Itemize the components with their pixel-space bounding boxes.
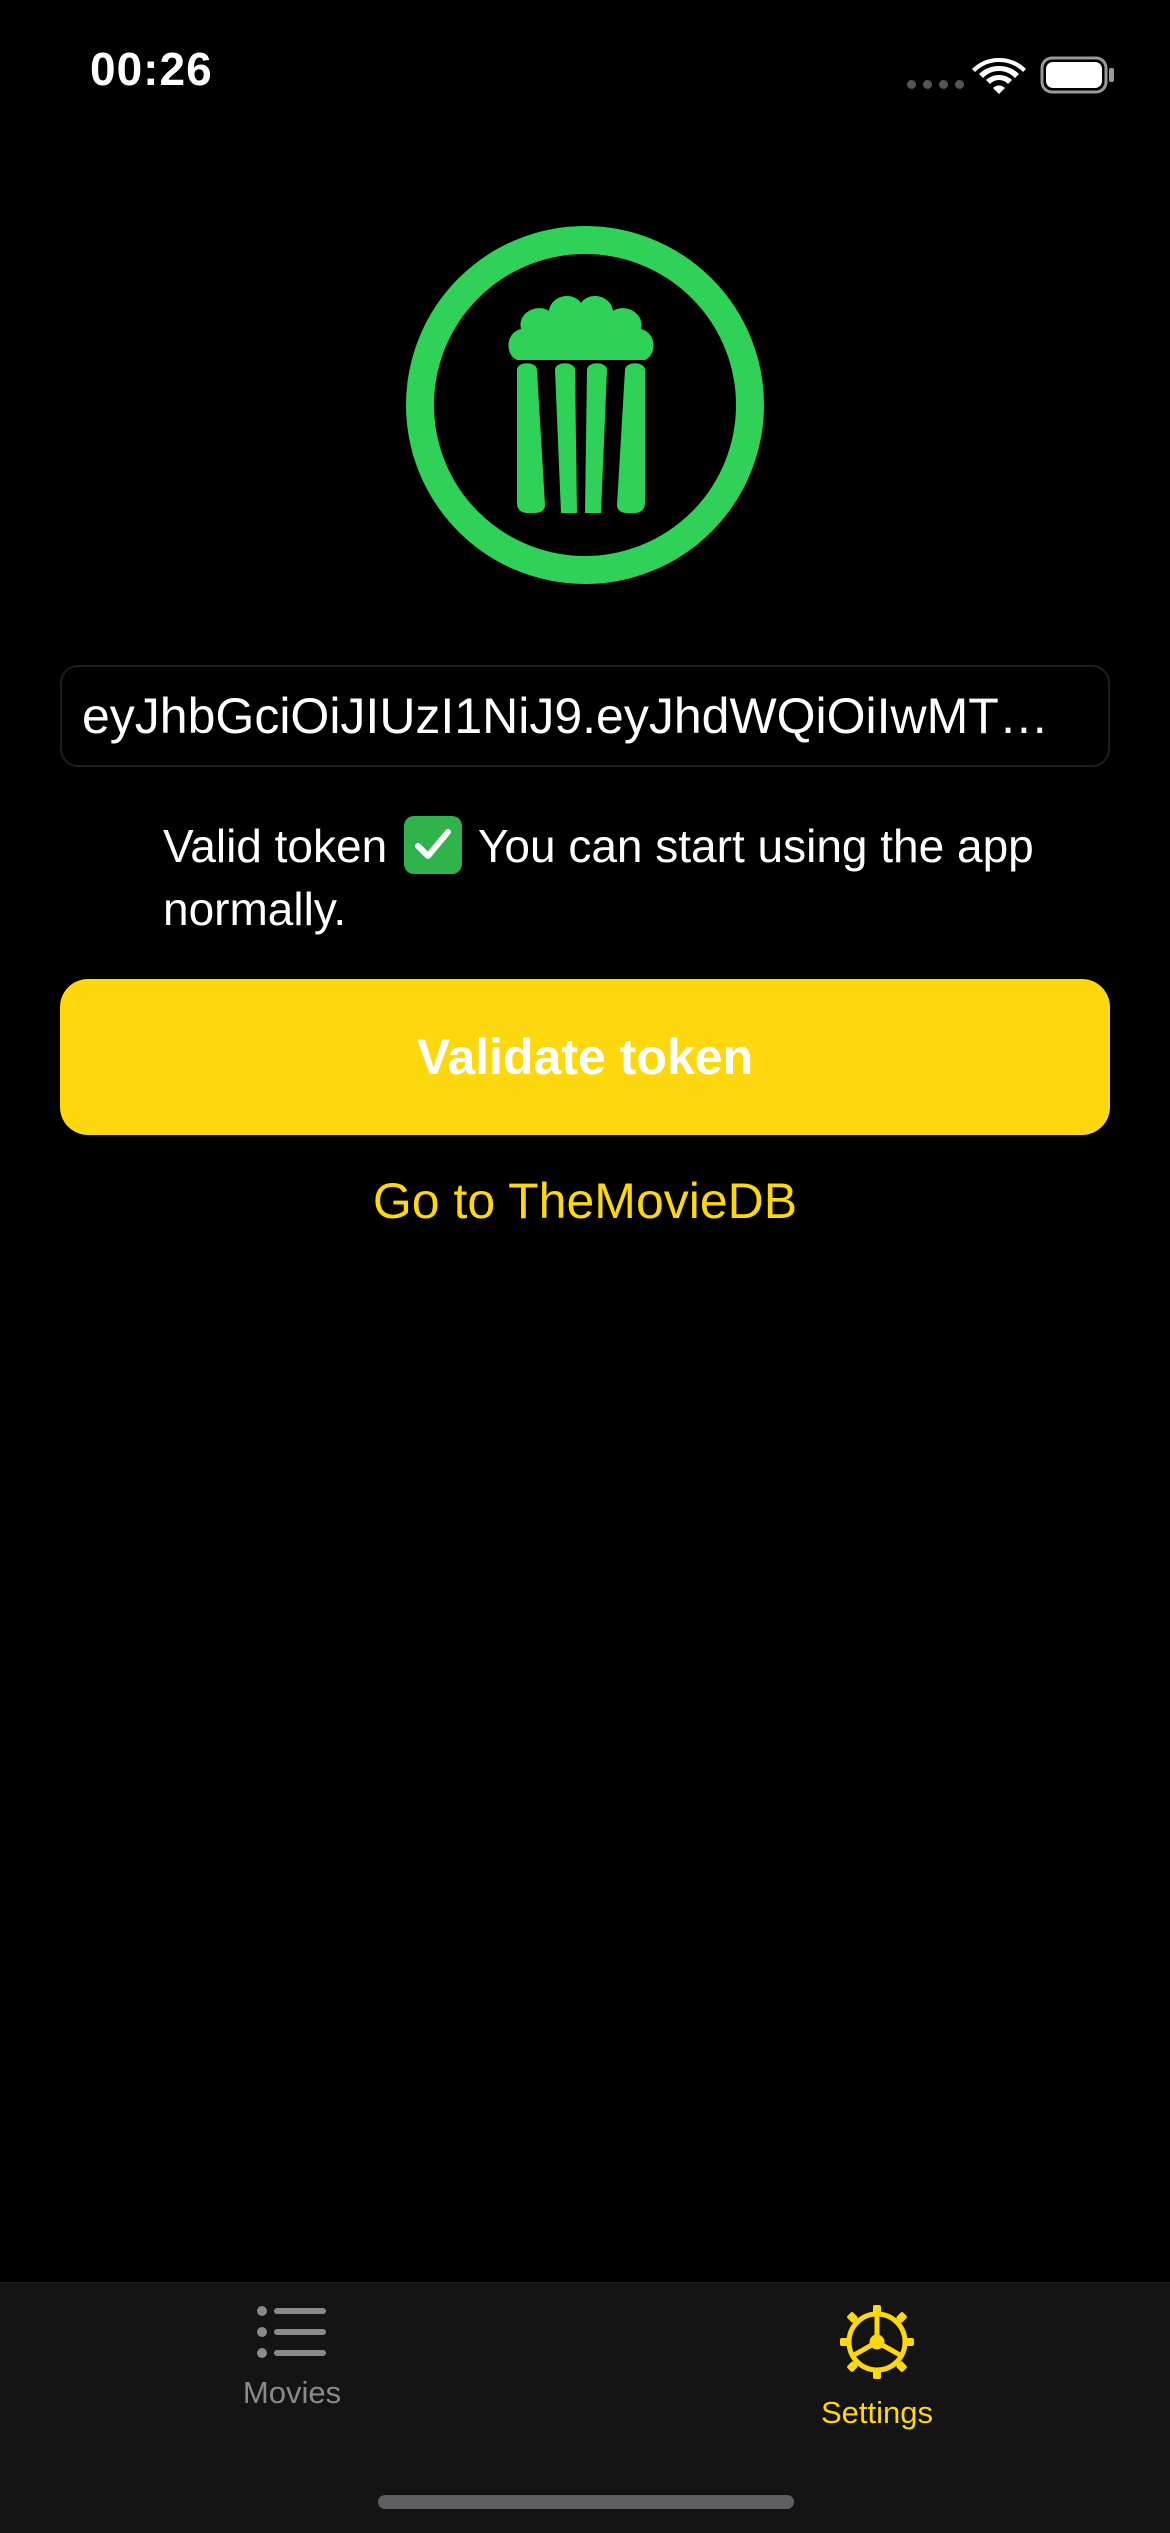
tab-settings-label: Settings bbox=[820, 2395, 933, 2430]
status-bar: 00:26 bbox=[0, 0, 1170, 150]
validate-token-button[interactable]: Validate token bbox=[60, 979, 1110, 1135]
home-indicator[interactable] bbox=[378, 2495, 794, 2509]
token-input-value[interactable]: eyJhbGciOiJIUzI1NiJ9.eyJhdWQiOiIwMTMwYzk… bbox=[82, 687, 1088, 745]
tab-movies[interactable]: Movies bbox=[142, 2303, 442, 2411]
wifi-icon bbox=[972, 58, 1026, 94]
tab-settings[interactable]: Settings bbox=[727, 2303, 1027, 2431]
token-status-message: Valid token You can start using the app … bbox=[163, 815, 1043, 941]
gear-icon bbox=[840, 2305, 914, 2379]
popcorn-logo-icon bbox=[406, 226, 764, 584]
token-input[interactable]: eyJhbGciOiJIUzI1NiJ9.eyJhdWQiOiIwMTMwYzk… bbox=[60, 665, 1110, 767]
tab-movies-label: Movies bbox=[242, 2375, 342, 2410]
status-time: 00:26 bbox=[90, 43, 213, 95]
check-mark-icon bbox=[403, 816, 462, 874]
battery-icon bbox=[1040, 56, 1114, 94]
tab-bar: Movies Settings bbox=[0, 2282, 1170, 2533]
cellular-signal-icon bbox=[907, 80, 964, 89]
list-icon bbox=[257, 2306, 326, 2358]
go-to-themoviedb-link[interactable]: Go to TheMovieDB bbox=[0, 1172, 1170, 1230]
status-prefix: Valid token bbox=[163, 820, 388, 872]
